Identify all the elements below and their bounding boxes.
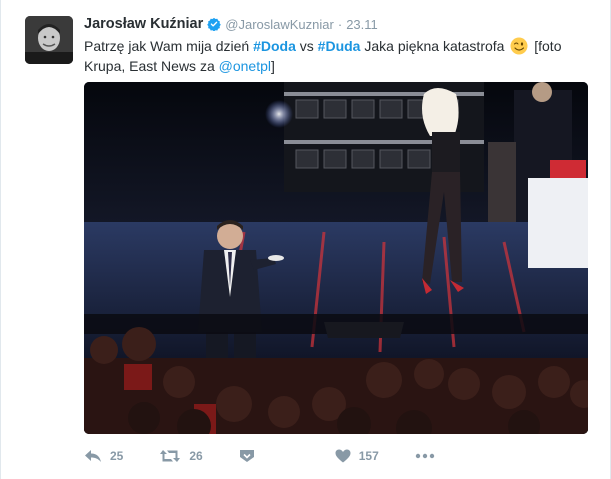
- avatar[interactable]: [25, 16, 73, 64]
- reply-count: 25: [110, 449, 124, 463]
- author-handle[interactable]: @JaroslawKuzniar: [225, 17, 334, 32]
- tweet-actions: 25 26 157: [84, 446, 471, 466]
- header-separator: ·: [337, 16, 343, 32]
- retweet-button[interactable]: 26: [159, 449, 203, 463]
- moments-button[interactable]: [239, 449, 255, 463]
- tweet-header: Jarosław Kuźniar @JaroslawKuzniar · 23.1…: [84, 14, 378, 34]
- stage-photo: [84, 82, 588, 434]
- tweet-text-segment: Jaka piękna katastrofa: [360, 38, 509, 54]
- more-dots-icon: [415, 453, 435, 459]
- tweet-text: Patrzę jak Wam mija dzień #Doda vs #Duda…: [84, 36, 594, 76]
- hashtag-link-doda[interactable]: #Doda: [253, 38, 296, 54]
- tweet-timestamp[interactable]: 23.11: [346, 17, 378, 32]
- like-count: 157: [358, 449, 379, 463]
- avatar-photo: [25, 16, 73, 64]
- mention-link-onetpl[interactable]: @onetpl: [219, 58, 271, 74]
- retweet-count: 26: [189, 449, 203, 463]
- tweet-photo[interactable]: [84, 82, 588, 434]
- tweet-text-segment: Patrzę jak Wam mija dzień: [84, 38, 254, 54]
- reply-button[interactable]: 25: [84, 449, 123, 463]
- tweet-text-segment: ]: [270, 58, 275, 74]
- author-fullname[interactable]: Jarosław Kuźniar: [84, 16, 203, 32]
- retweet-icon: [159, 449, 181, 463]
- tweet-card[interactable]: Jarosław Kuźniar @JaroslawKuzniar · 23.1…: [0, 0, 611, 479]
- heart-icon: [335, 449, 351, 463]
- moments-icon: [239, 449, 255, 463]
- verified-badge-icon: [207, 17, 222, 31]
- hashtag-link-duda[interactable]: #Duda: [318, 38, 361, 54]
- winking-face-emoji-icon: [510, 37, 528, 55]
- more-options-button[interactable]: [415, 453, 435, 459]
- tweet-text-segment: vs: [295, 38, 318, 54]
- reply-icon: [84, 449, 102, 463]
- like-button[interactable]: 157: [335, 449, 379, 463]
